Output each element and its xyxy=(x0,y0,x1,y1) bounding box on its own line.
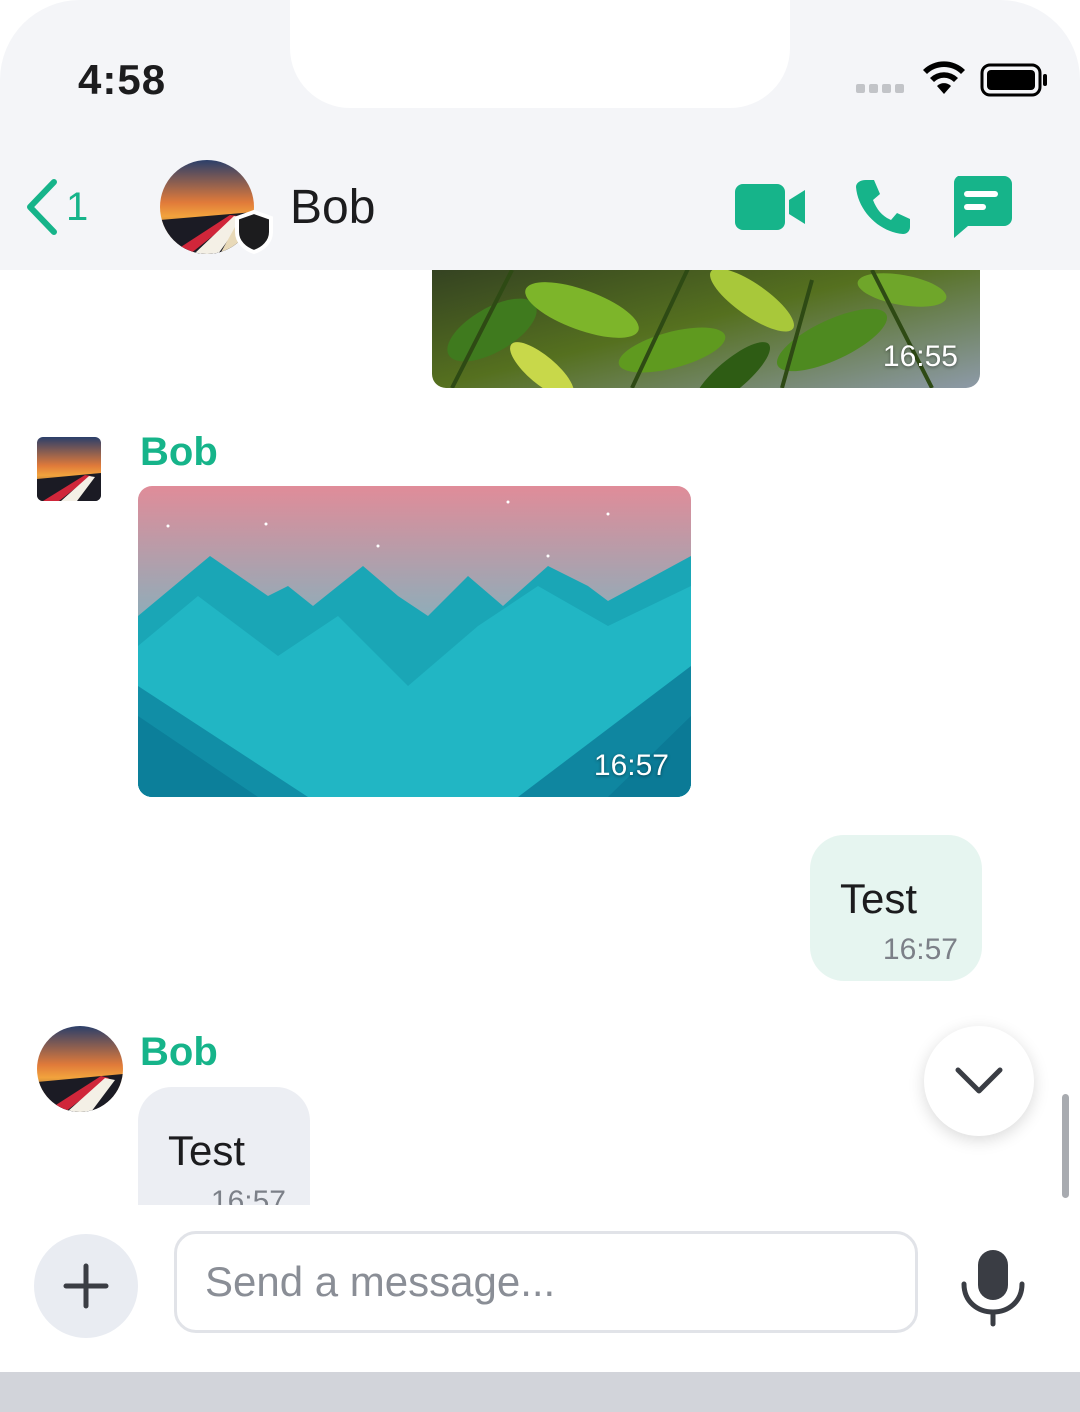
contact-name[interactable]: Bob xyxy=(290,180,375,235)
verified-shield-icon xyxy=(235,210,273,254)
status-time: 4:58 xyxy=(78,56,167,103)
message-text: Test xyxy=(840,875,918,922)
top-bar: 4:58 1 Bob xyxy=(0,0,1080,270)
message-time: 16:55 xyxy=(882,340,958,373)
chat-messages[interactable]: 16:55 Bob 16:57 Test 16:57 Bob Test 16:5… xyxy=(0,270,1080,1205)
keyboard-edge xyxy=(0,1372,1080,1412)
message-time: 16:57 xyxy=(882,933,958,966)
add-attachment-button[interactable] xyxy=(34,1234,138,1338)
unread-count: 1 xyxy=(66,184,89,229)
device-notch xyxy=(290,0,790,108)
cellular-signal-icon xyxy=(856,84,904,93)
message-time: 16:57 xyxy=(593,749,669,782)
scroll-to-bottom-button[interactable] xyxy=(924,1026,1034,1136)
image-message-outgoing[interactable]: 16:55 xyxy=(432,270,980,388)
bob-avatar[interactable] xyxy=(37,437,101,501)
message-time: 16:57 xyxy=(210,1185,286,1205)
bob-avatar[interactable] xyxy=(37,1026,123,1112)
video-call-icon[interactable] xyxy=(735,182,807,232)
text-message-incoming[interactable]: Test 16:57 xyxy=(138,1087,310,1205)
screen-corner-left xyxy=(0,0,80,80)
wifi-icon xyxy=(923,61,965,94)
scrollbar[interactable] xyxy=(1062,1094,1069,1198)
message-text: Test xyxy=(168,1127,246,1174)
chevron-left-icon xyxy=(27,179,57,235)
phone-icon[interactable] xyxy=(852,176,914,238)
image-message-incoming[interactable]: 16:57 xyxy=(138,486,691,797)
chevron-down-icon xyxy=(955,1067,1003,1094)
sender-name: Bob xyxy=(140,1030,218,1074)
plus-icon xyxy=(63,1263,109,1309)
message-icon[interactable] xyxy=(950,176,1012,238)
sender-name: Bob xyxy=(140,430,218,474)
text-message-outgoing[interactable]: Test 16:57 xyxy=(810,835,982,981)
back-button[interactable]: 1 xyxy=(24,178,88,236)
microphone-icon[interactable] xyxy=(958,1248,1028,1328)
message-input[interactable] xyxy=(174,1231,918,1333)
battery-icon xyxy=(980,63,1047,97)
